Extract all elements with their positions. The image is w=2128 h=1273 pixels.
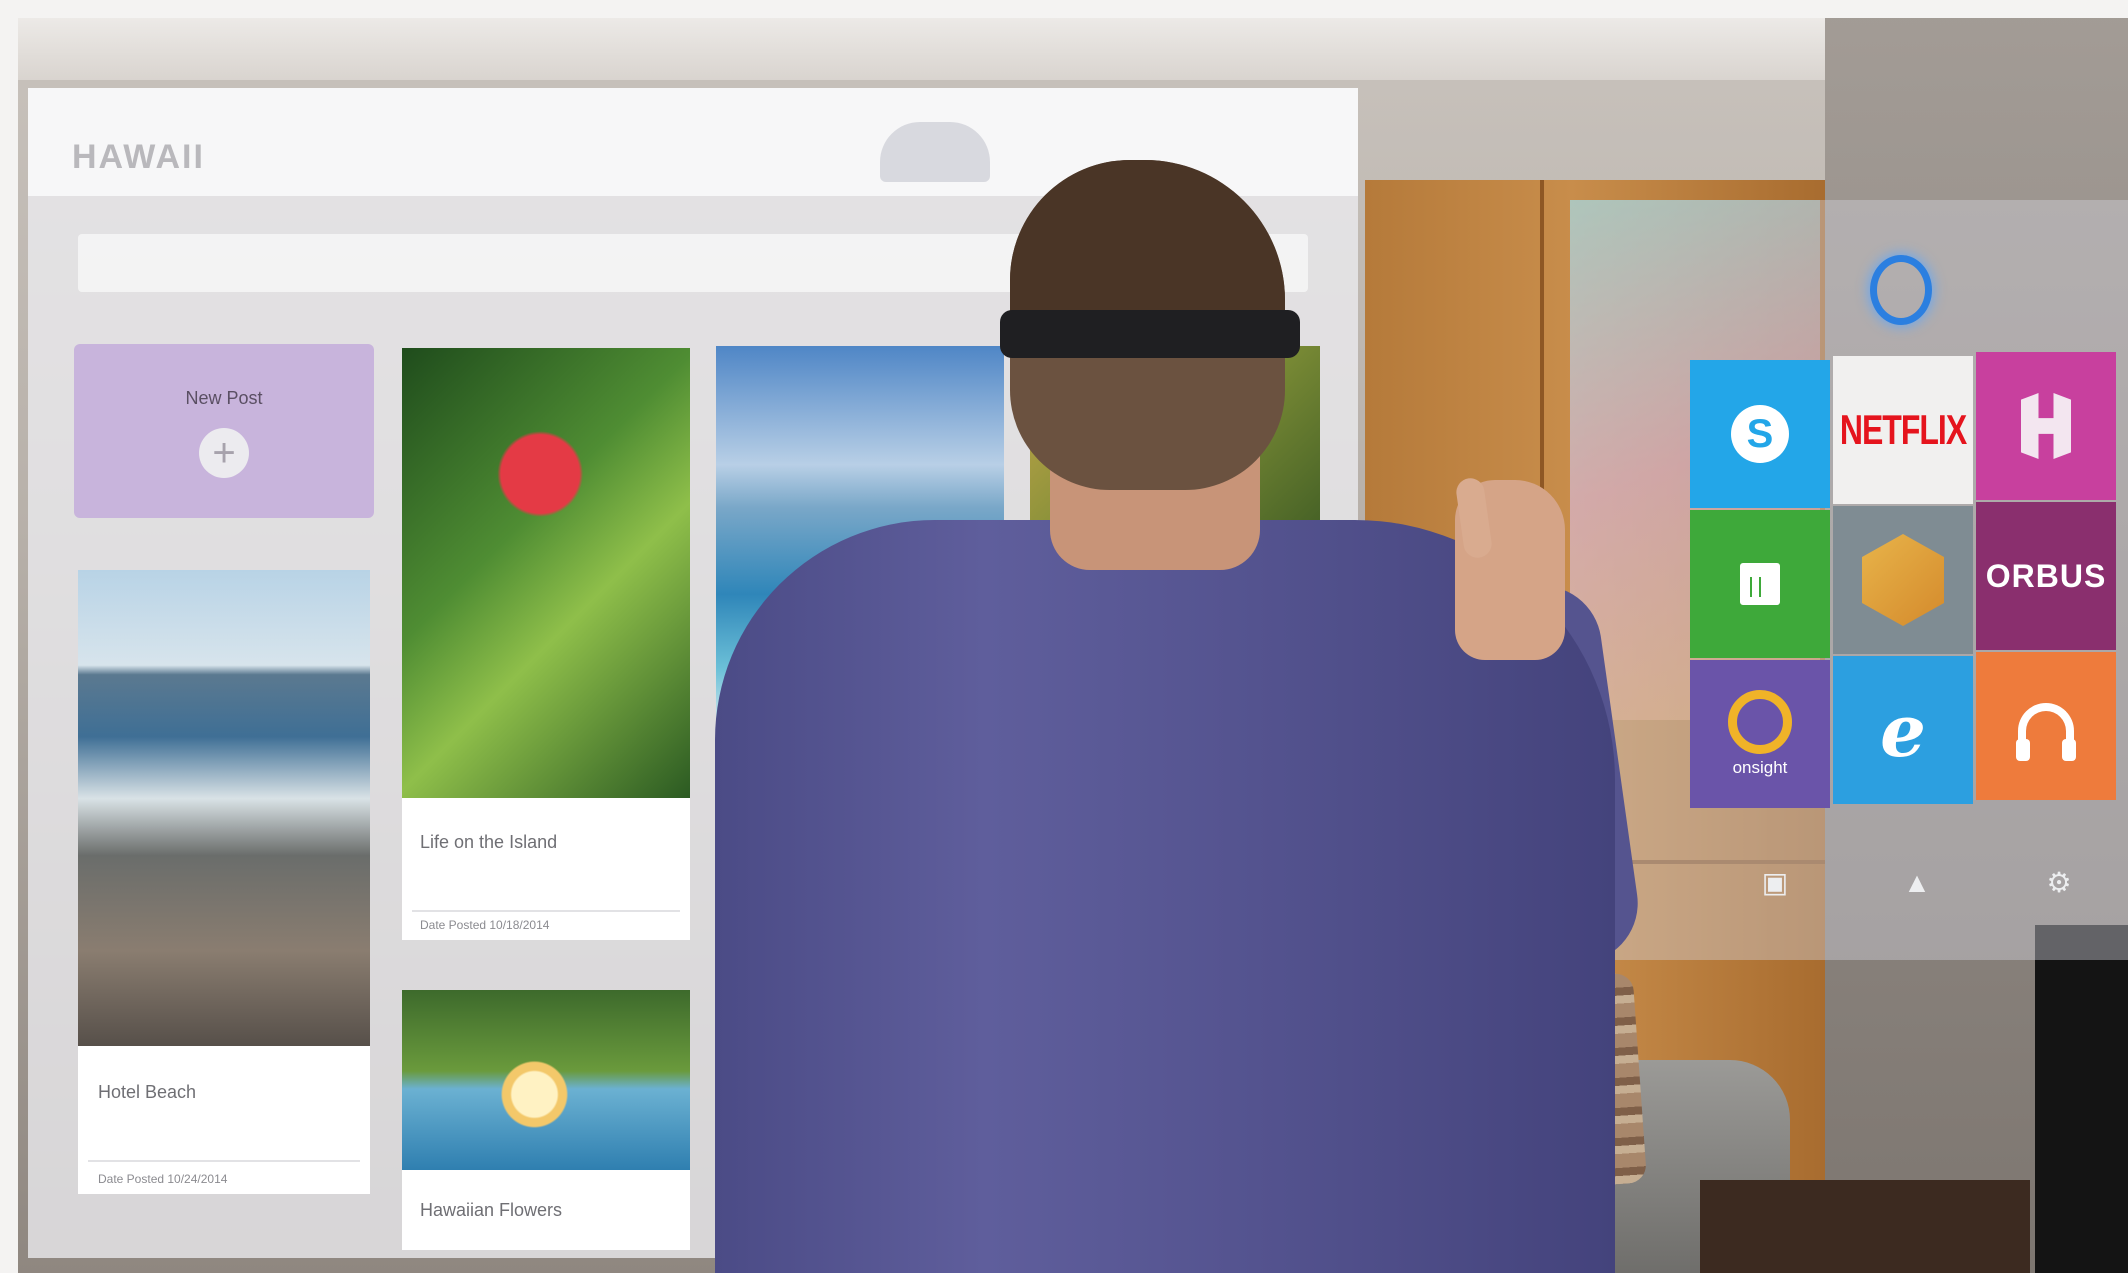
orbus-logo: ORBUS: [1985, 557, 2107, 594]
settings-icon[interactable]: ⚙: [2042, 866, 2076, 900]
post-image-life-on-the-island[interactable]: [402, 348, 690, 798]
tile-hex-game[interactable]: [1833, 506, 1973, 654]
tile-orbus[interactable]: ORBUS: [1976, 502, 2116, 650]
cortana-icon[interactable]: [1870, 255, 1932, 325]
tile-skype[interactable]: S: [1690, 360, 1830, 508]
television: [2035, 925, 2128, 1273]
onsight-label: onsight: [1732, 758, 1788, 777]
store-bag-icon: [1740, 563, 1780, 605]
post-date: Date Posted 10/24/2014: [98, 1172, 228, 1186]
tile-hsquared[interactable]: [1976, 352, 2116, 500]
h-logo-icon: [2021, 393, 2071, 459]
tile-onsight[interactable]: onsight: [1690, 660, 1830, 808]
plus-icon[interactable]: +: [199, 428, 249, 478]
post-date: Date Posted 10/18/2014: [420, 918, 550, 932]
post-caption: Life on the Island: [420, 832, 558, 852]
post-caption: Hawaiian Flowers: [420, 1200, 563, 1220]
photo-border: [0, 0, 18, 1273]
tile-netflix[interactable]: NETFLIX: [1833, 356, 1973, 504]
headphones-icon: [2016, 703, 2076, 761]
post-caption: Hotel Beach: [98, 1082, 197, 1102]
tile-internet-explorer[interactable]: e: [1833, 656, 1973, 804]
netflix-logo: NETFLIX: [1839, 405, 1967, 453]
skype-icon: S: [1731, 405, 1789, 463]
divider: [412, 910, 680, 912]
post-image-hawaiian-flowers[interactable]: [402, 990, 690, 1170]
camera-icon[interactable]: ▣: [1758, 866, 1792, 900]
photos-icon[interactable]: ▲: [1900, 866, 1934, 900]
tile-store[interactable]: [1690, 510, 1830, 658]
tile-music[interactable]: [1976, 652, 2116, 800]
onsight-icon: [1728, 690, 1792, 754]
holographic-headset: [1000, 310, 1300, 358]
new-post-label: New Post: [185, 388, 263, 408]
post-image-hotel-beach[interactable]: [78, 570, 370, 1046]
side-table: [1700, 1180, 2030, 1273]
internet-explorer-icon: e: [1880, 687, 1926, 773]
photo-border: [0, 0, 2128, 18]
header-cloud-decoration: [880, 122, 990, 182]
page-title: HAWAII: [72, 138, 205, 176]
hexagon-icon: [1862, 534, 1944, 626]
divider: [88, 1160, 360, 1162]
